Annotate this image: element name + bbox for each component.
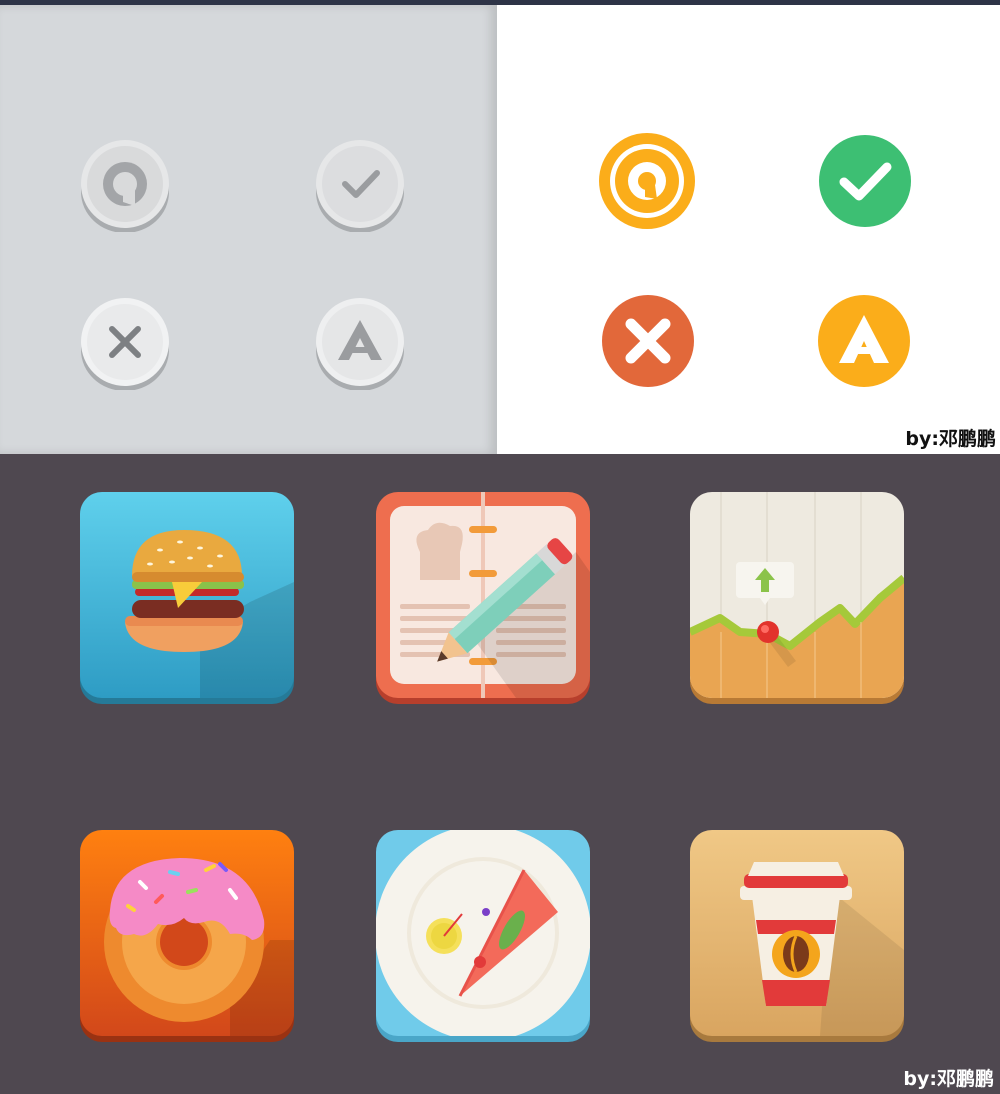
burger-icon [125,530,244,652]
q-logo-icon [628,162,666,200]
red-close-button[interactable] [600,293,696,389]
author-credit: by:邓鹏鹏 [905,428,996,450]
gray-q-button[interactable] [79,140,171,232]
orange-a-button[interactable] [816,293,912,389]
gray-check-button[interactable] [314,140,406,232]
stock-chart-icon [690,492,904,698]
pizza-app-icon[interactable] [376,830,590,1042]
donut-app-icon[interactable] [80,830,294,1042]
orange-q-button[interactable] [599,133,695,229]
chart-app-icon[interactable] [690,492,904,704]
color-button-panel [497,5,1000,454]
burger-app-icon[interactable] [80,492,294,704]
author-credit-bottom: by:邓鹏鹏 [903,1068,994,1090]
q-logo-icon [103,162,147,206]
recipe-app-icon[interactable] [376,492,590,704]
recipe-notebook-icon [390,492,590,698]
coffee-app-icon[interactable] [690,830,904,1042]
pizza-plate-icon [376,830,590,1036]
green-check-button[interactable] [817,133,913,229]
gray-a-button[interactable] [314,298,406,390]
gray-close-button[interactable] [79,298,171,390]
donut-icon [104,858,265,1022]
gray-button-panel [0,5,497,454]
